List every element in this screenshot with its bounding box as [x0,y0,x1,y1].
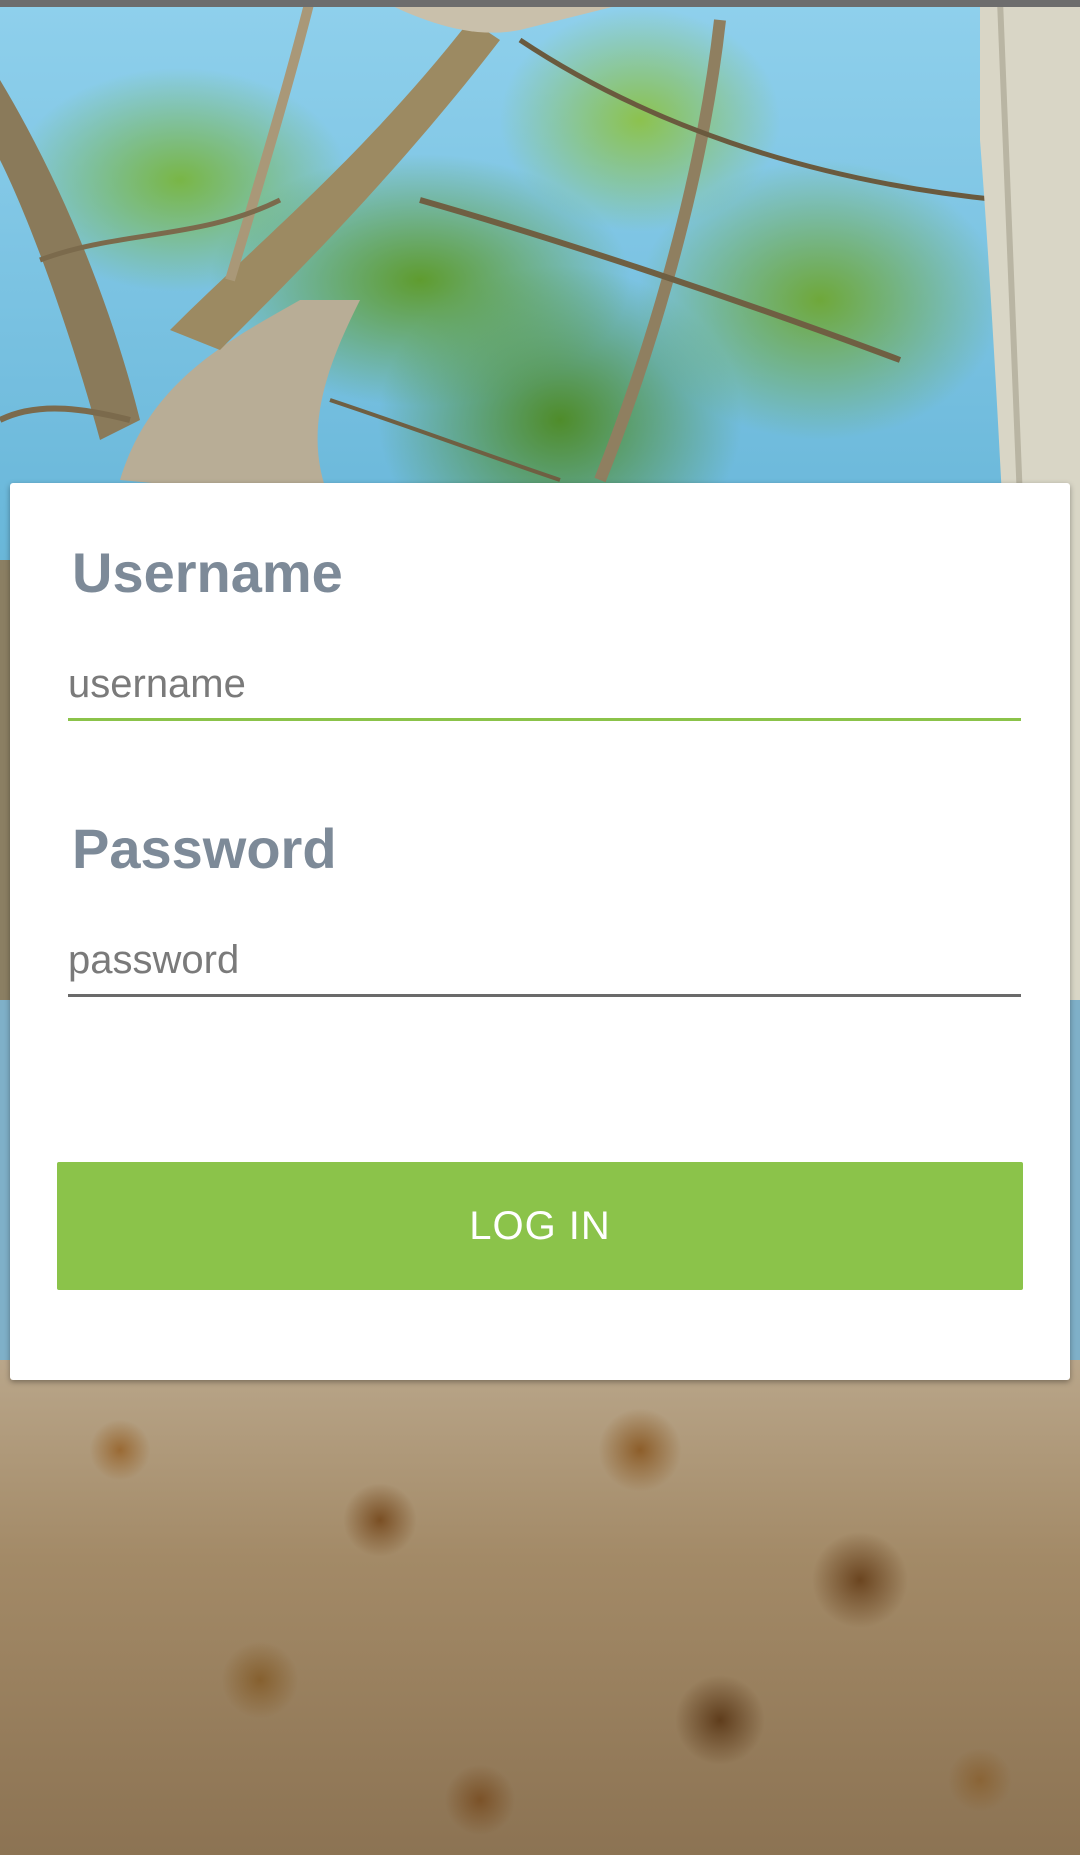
username-label: Username [72,541,343,604]
password-label: Password [72,817,337,880]
status-bar-strip [0,0,1080,7]
background-photo-bark [0,1360,1080,1855]
login-card: Username Password LOG IN [10,483,1070,1380]
login-button[interactable]: LOG IN [57,1162,1023,1290]
password-input[interactable] [68,927,1021,997]
username-input[interactable] [68,651,1021,721]
login-screen: Username Password LOG IN [0,0,1080,1855]
